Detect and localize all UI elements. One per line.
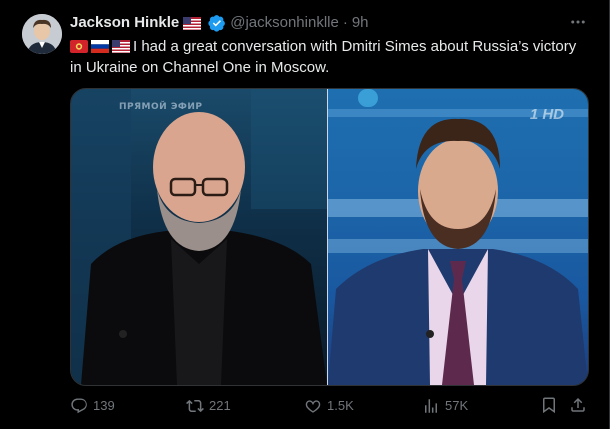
more-icon[interactable] <box>569 13 587 34</box>
timestamp[interactable]: 9h <box>352 13 369 33</box>
views-chart-icon <box>425 399 437 413</box>
tweet-media[interactable]: ПРЯМОЙ ЭФИР 1 HD <box>70 88 589 386</box>
avatar-image <box>22 14 62 54</box>
repost-button[interactable]: 221 <box>186 396 231 416</box>
display-name[interactable]: Jackson Hinkle <box>70 13 179 33</box>
tweet-text: I had a great conversation with Dmitri S… <box>70 36 585 78</box>
share-icon <box>571 397 585 412</box>
media-right-panel: 1 HD <box>328 89 588 385</box>
views-count: 57K <box>445 398 469 413</box>
host-portrait-image <box>328 89 588 385</box>
avatar[interactable] <box>22 14 62 54</box>
reply-button[interactable]: 139 <box>70 396 115 416</box>
repost-count: 221 <box>209 398 231 413</box>
tweet-header: Jackson Hinkle @jacksonhinklle · 9h <box>70 13 369 33</box>
repost-icon <box>186 399 204 413</box>
bookmark-button[interactable] <box>540 396 558 414</box>
reply-icon <box>71 398 87 414</box>
separator-dot: · <box>342 14 348 31</box>
like-count: 1.5K <box>327 398 354 413</box>
heart-icon <box>305 400 321 413</box>
guest-portrait-image <box>71 89 327 385</box>
tweet-actions: 139 221 1.5K 57K <box>70 396 587 420</box>
bookmark-icon <box>543 397 555 414</box>
tweet-body: I had a great conversation with Dmitri S… <box>70 38 577 76</box>
russia-flag-icon <box>91 40 109 53</box>
us-flag-icon <box>112 40 130 53</box>
share-button[interactable] <box>569 396 587 414</box>
moscow-flag-icon <box>70 40 88 53</box>
live-broadcast-label: ПРЯМОЙ ЭФИР <box>119 102 203 112</box>
views-button[interactable]: 57K <box>422 396 468 416</box>
channel-logo: 1 HD <box>529 106 564 123</box>
media-left-panel: ПРЯМОЙ ЭФИР <box>71 89 327 385</box>
us-flag-icon <box>183 16 202 30</box>
reply-count: 139 <box>93 398 115 413</box>
verified-badge-icon <box>208 15 226 32</box>
like-button[interactable]: 1.5K <box>304 396 354 416</box>
tweet-card[interactable]: Jackson Hinkle @jacksonhinklle · 9h I ha… <box>0 0 610 429</box>
user-handle[interactable]: @jacksonhinklle <box>230 13 339 33</box>
